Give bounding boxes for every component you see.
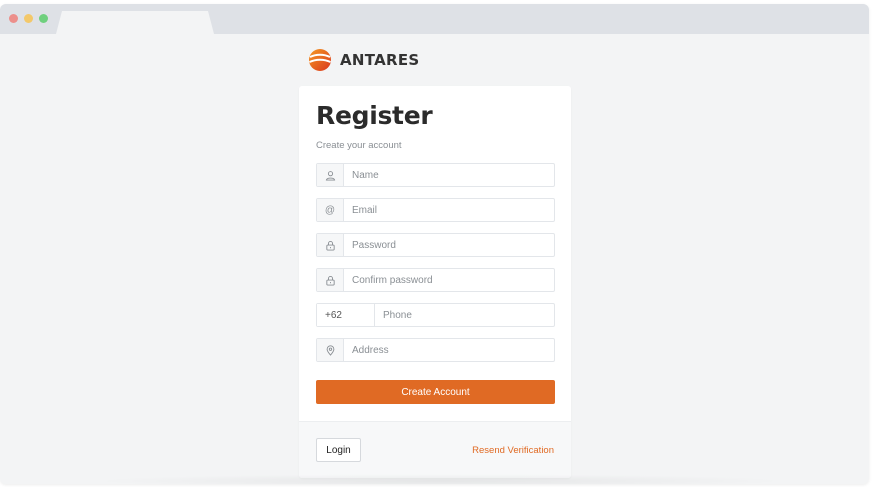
page-title: Register [316, 101, 433, 130]
address-input[interactable] [344, 339, 554, 361]
resend-verification-link[interactable]: Resend Verification [472, 445, 554, 456]
register-card-footer: Login Resend Verification [299, 421, 571, 478]
confirm-password-field [316, 268, 555, 292]
register-card-body: Register Create your account @ [299, 86, 571, 421]
register-card: Register Create your account @ [299, 86, 571, 478]
password-field [316, 233, 555, 257]
brand-logo-icon [309, 49, 331, 71]
browser-tab[interactable] [56, 11, 214, 34]
brand-name: ANTARES [340, 51, 420, 69]
brand: ANTARES [308, 48, 420, 72]
at-icon: @ [317, 199, 344, 221]
lock-icon [317, 269, 344, 291]
browser-chrome [0, 4, 869, 34]
password-input[interactable] [344, 234, 554, 256]
login-button[interactable]: Login [316, 438, 361, 462]
minimize-window-dot[interactable] [24, 14, 33, 23]
location-pin-icon [317, 339, 344, 361]
name-field [316, 163, 555, 187]
country-code[interactable]: +62 [317, 304, 375, 326]
page-shadow [90, 474, 790, 484]
confirm-password-input[interactable] [344, 269, 554, 291]
email-input[interactable] [344, 199, 554, 221]
phone-field: +62 [316, 303, 555, 327]
create-account-button[interactable]: Create Account [316, 380, 555, 404]
name-input[interactable] [344, 164, 554, 186]
phone-input[interactable] [375, 304, 554, 326]
email-field: @ [316, 198, 555, 222]
close-window-dot[interactable] [9, 14, 18, 23]
page-subtitle: Create your account [316, 140, 402, 151]
maximize-window-dot[interactable] [39, 14, 48, 23]
lock-icon [317, 234, 344, 256]
address-field [316, 338, 555, 362]
browser-window: ANTARES Register Create your account @ [0, 4, 869, 484]
user-icon [317, 164, 344, 186]
